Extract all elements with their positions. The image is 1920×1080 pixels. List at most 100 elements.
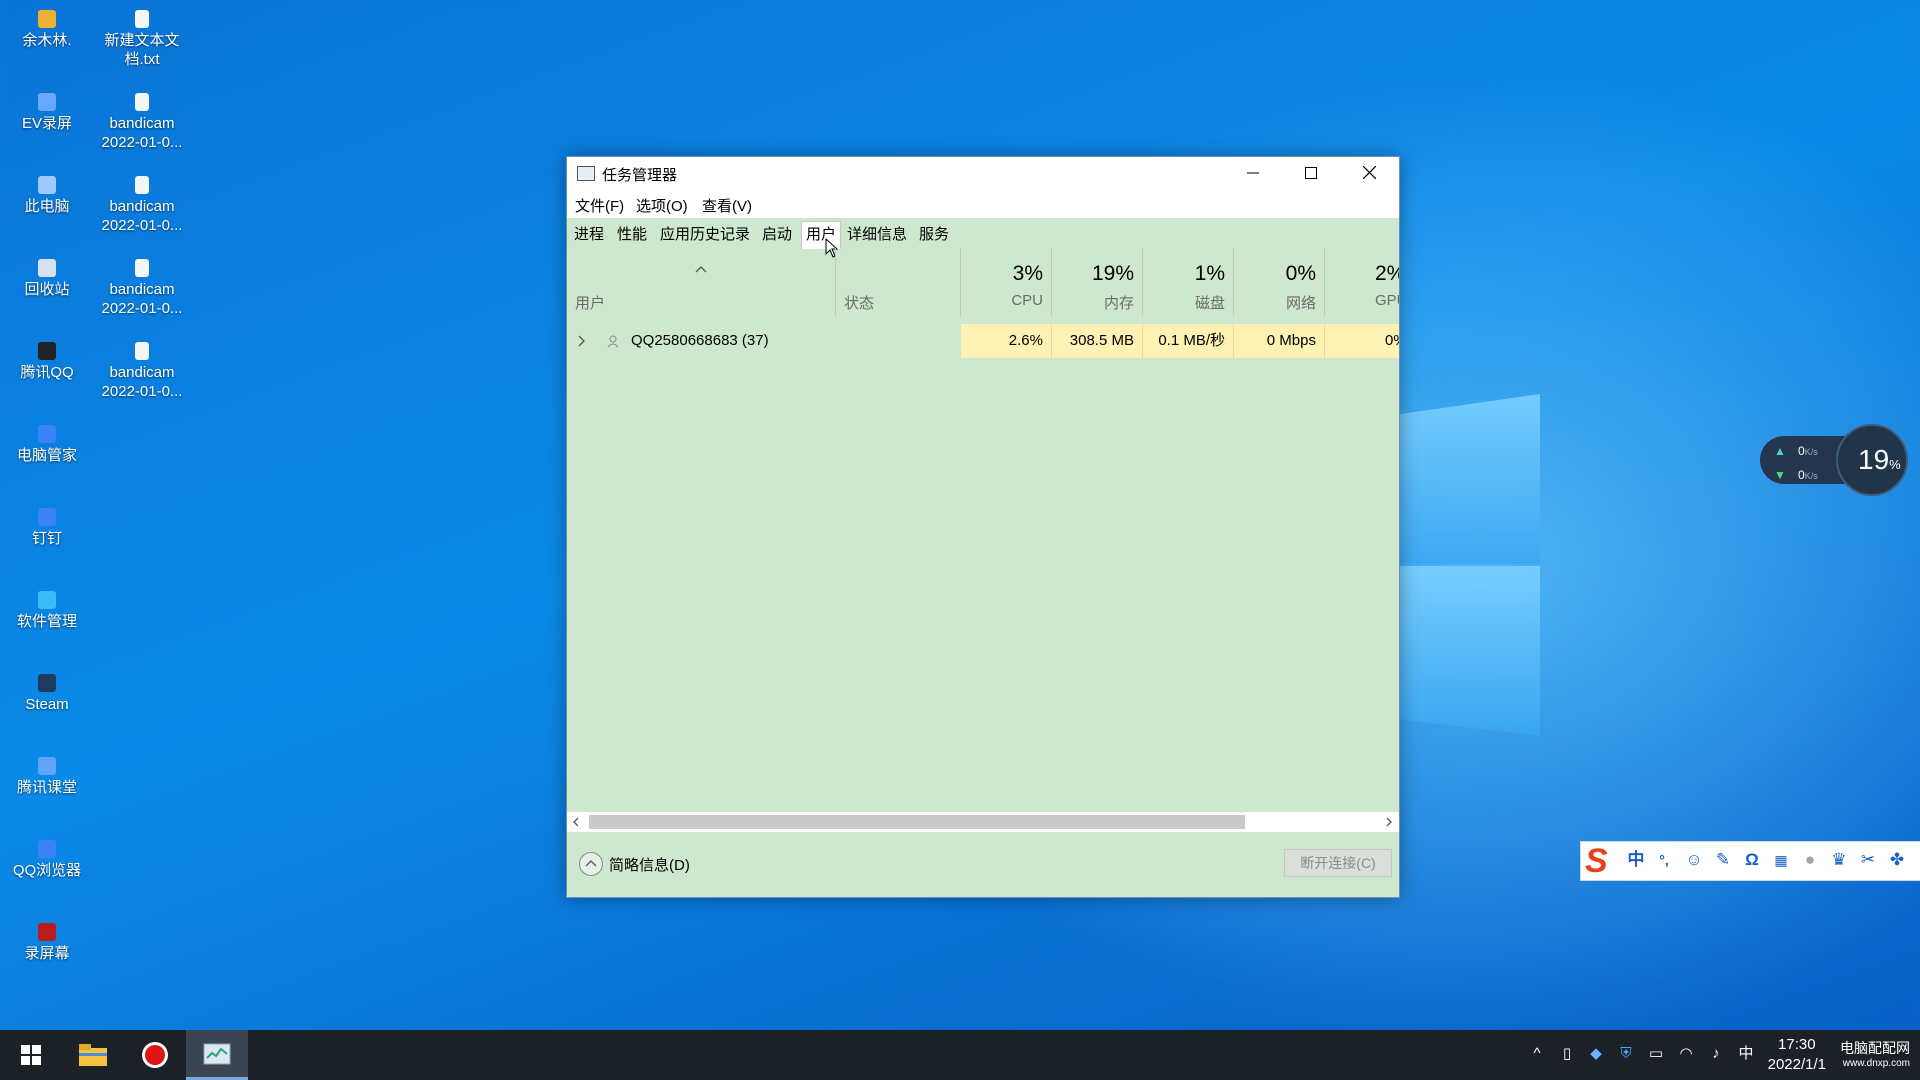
tray-note-icon[interactable]: ▯ (1557, 1044, 1577, 1064)
menu-file[interactable]: 文件(F) (575, 195, 624, 216)
desktop-icon[interactable]: 余木林. (2, 10, 92, 50)
battery-icon[interactable]: ▭ (1646, 1044, 1666, 1064)
desktop-file-icon[interactable]: 新建文本文 档.txt (97, 10, 187, 69)
tab-app-history[interactable]: 应用历史记录 (656, 224, 754, 246)
windows-start-icon (21, 1045, 41, 1065)
app-icon (38, 840, 56, 858)
fewer-details-button[interactable] (579, 852, 603, 876)
tab-strip: 进程 性能 应用历史记录 启动 用户 详细信息 服务 (567, 218, 1399, 249)
horizontal-scrollbar[interactable] (567, 812, 1399, 832)
table-row[interactable]: QQ2580668683 (37) 2.6% 308.5 MB 0.1 MB/秒… (567, 324, 1399, 358)
desktop-icon[interactable]: 回收站 (2, 259, 92, 299)
desktop-icon[interactable]: 电脑管家 (2, 425, 92, 465)
toolbox-icon[interactable]: ✤ (1886, 849, 1908, 871)
title-bar[interactable]: 任务管理器 (567, 157, 1399, 188)
scroll-left-icon[interactable] (572, 817, 580, 827)
desktop-file-icon[interactable]: bandicam 2022-01-0... (97, 259, 187, 318)
column-header-cpu[interactable]: 3% CPU (961, 248, 1051, 316)
volume-icon[interactable]: ♪ (1706, 1044, 1726, 1064)
minimize-button[interactable] (1224, 157, 1282, 188)
task-manager-icon (577, 166, 595, 181)
cell-gpu: 0% (1385, 332, 1399, 349)
keyboard-icon[interactable]: ▦ (1770, 849, 1792, 871)
desktop-icon[interactable]: 钉钉 (2, 508, 92, 548)
symbol-icon[interactable]: Ω (1741, 849, 1763, 871)
app-icon (38, 342, 56, 360)
window-title: 任务管理器 (602, 167, 678, 184)
wifi-icon[interactable]: ◠ (1676, 1044, 1696, 1064)
folder-icon (79, 1044, 107, 1066)
column-header-user[interactable]: 用户 (567, 248, 835, 316)
desktop-icon[interactable]: 此电脑 (2, 176, 92, 216)
desktop-file-icon[interactable]: bandicam 2022-01-0... (97, 93, 187, 152)
file-icon (135, 10, 149, 28)
tab-details[interactable]: 详细信息 (843, 224, 911, 246)
desktop-icon[interactable]: Steam (2, 674, 92, 714)
scissors-icon[interactable]: ✂ (1857, 849, 1879, 871)
tray-expand-icon[interactable]: ^ (1527, 1044, 1547, 1064)
skin-icon[interactable]: ♛ (1828, 849, 1850, 871)
column-header-memory[interactable]: 19% 内存 (1052, 248, 1142, 316)
tab-processes[interactable]: 进程 (570, 224, 608, 246)
user-icon (607, 335, 619, 348)
user-name: QQ2580668683 (37) (631, 332, 769, 349)
taskbar: ^ ▯ ◆ ⛨ ▭ ◠ ♪ 中 17:30 2022/1/1 电脑配配网 www… (0, 1030, 1920, 1080)
account-icon[interactable]: ● (1799, 849, 1821, 871)
file-label-line2: 2022-01-0... (101, 300, 183, 317)
desktop-file-icon[interactable]: bandicam 2022-01-0... (97, 342, 187, 401)
tab-performance[interactable]: 性能 (613, 224, 651, 246)
cell-network: 0 Mbps (1234, 324, 1325, 358)
desktop-icon[interactable]: 录屏幕 (2, 923, 92, 963)
cell-disk: 0.1 MB/秒 (1143, 324, 1234, 358)
desktop-file-icon[interactable]: bandicam 2022-01-0... (97, 176, 187, 235)
record-icon (142, 1042, 168, 1068)
clock[interactable]: 17:30 2022/1/1 (1768, 1035, 1826, 1075)
emoji-icon[interactable]: ☺ (1683, 849, 1705, 871)
column-header-disk[interactable]: 1% 磁盘 (1143, 248, 1233, 316)
sogou-logo-icon[interactable]: S (1585, 843, 1623, 879)
ime-lang-toggle[interactable]: 中 (1625, 849, 1647, 871)
column-header-network[interactable]: 0% 网络 (1234, 248, 1324, 316)
taskbar-task-manager[interactable] (186, 1030, 248, 1080)
network-speed-widget[interactable]: ▲ 0K/s ▼ 0K/s 19% (1760, 424, 1908, 496)
ime-punct-toggle[interactable]: °, (1653, 849, 1675, 871)
desktop-icon-label: 此电脑 (24, 198, 70, 215)
app-icon (38, 425, 56, 443)
ime-lang-indicator[interactable]: 中 (1736, 1044, 1756, 1064)
desktop-icon[interactable]: 腾讯课堂 (2, 757, 92, 797)
tray-shield-icon[interactable]: ⛨ (1616, 1044, 1636, 1064)
cell-gpu-wrap: 0% (1325, 324, 1399, 358)
chevron-right-icon[interactable] (577, 335, 587, 347)
desktop-icon[interactable]: 腾讯QQ (2, 342, 92, 382)
close-button[interactable] (1340, 157, 1398, 188)
desktop-icon-label: 钉钉 (31, 530, 62, 547)
taskbar-recorder[interactable] (124, 1030, 186, 1080)
desktop-icon[interactable]: EV录屏 (2, 93, 92, 133)
file-label-line1: bandicam (109, 115, 175, 132)
column-header-status[interactable]: 状态 (836, 248, 960, 316)
file-label-line2: 档.txt (124, 51, 160, 68)
desktop-icon-label: 腾讯QQ (20, 364, 74, 381)
desktop-icon[interactable]: QQ浏览器 (2, 840, 92, 880)
handwrite-icon[interactable]: ✎ (1712, 849, 1734, 871)
taskbar-file-explorer[interactable] (62, 1030, 124, 1080)
maximize-button[interactable] (1282, 157, 1340, 188)
watermark: 电脑配配网 www.dnxp.com (1840, 1040, 1910, 1069)
tab-services[interactable]: 服务 (915, 224, 953, 246)
menu-view[interactable]: 查看(V) (702, 195, 752, 216)
column-header-gpu[interactable]: 2% GPU (1325, 248, 1399, 316)
tray-security-icon[interactable]: ◆ (1586, 1044, 1606, 1064)
ime-toolbar: S 中 °, ☺ ✎ Ω ▦ ● ♛ ✂ ✤ (1580, 841, 1920, 881)
disconnect-button: 断开连接(C) (1284, 849, 1392, 877)
fewer-details-label[interactable]: 简略信息(D) (609, 854, 690, 875)
scrollbar-thumb[interactable] (589, 815, 1245, 829)
task-manager-icon (203, 1043, 231, 1064)
start-button[interactable] (0, 1030, 62, 1080)
scroll-right-icon[interactable] (1385, 817, 1393, 827)
desktop-icon[interactable]: 软件管理 (2, 591, 92, 631)
maximize-icon (1305, 166, 1317, 179)
tab-startup[interactable]: 启动 (758, 224, 796, 246)
menu-options[interactable]: 选项(O) (636, 195, 688, 216)
windows-wallpaper-logo (1398, 382, 1540, 737)
app-icon (38, 674, 56, 692)
